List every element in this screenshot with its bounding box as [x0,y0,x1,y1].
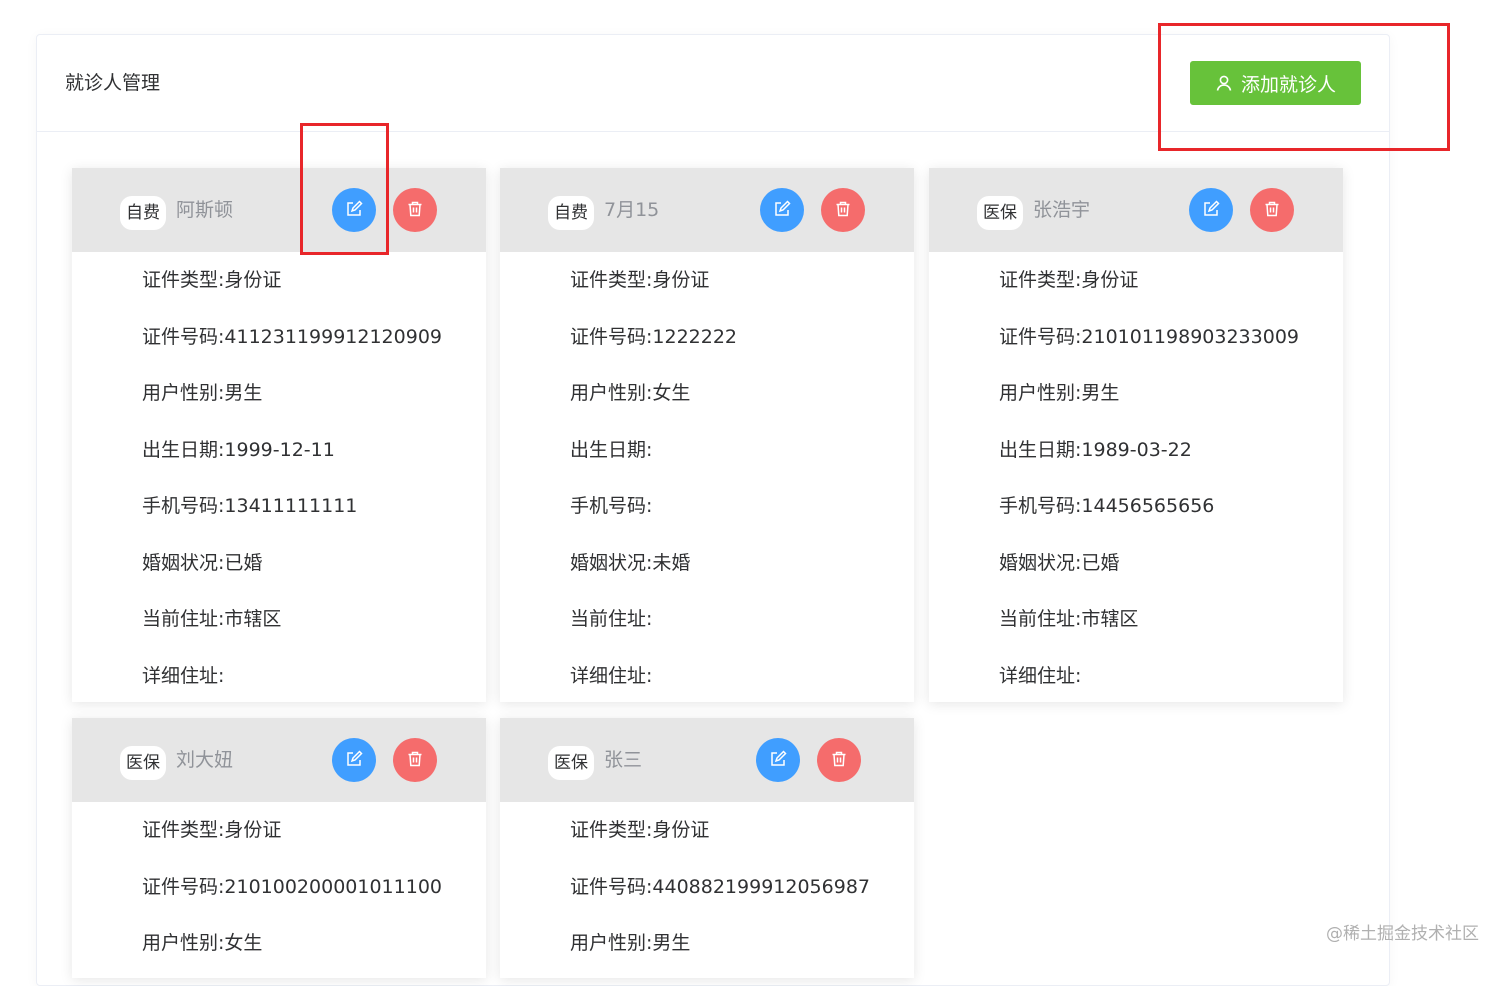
card-body: 证件类型:身份证 证件号码:210100200001011100 用户性别:女生 [72,802,486,972]
id-type: 证件类型:身份证 [570,269,710,291]
id-number: 证件号码:411231199912120909 [142,325,442,348]
birth-date: 出生日期:1989-03-22 [999,438,1192,461]
detail-address: 详细住址: [999,664,1082,687]
patient-name: 阿斯顿 [176,199,234,221]
current-address: 当前住址: [570,608,653,630]
edit-button[interactable] [332,738,376,782]
trash-icon [834,200,852,221]
delete-button[interactable] [393,738,437,782]
user-icon [1215,74,1233,92]
id-number: 证件号码:1222222 [570,325,738,348]
current-address: 当前住址:市辖区 [142,608,282,630]
edit-button[interactable] [1189,188,1233,232]
panel-header: 就诊人管理 添加就诊人 [37,35,1389,132]
id-type: 证件类型:身份证 [999,269,1139,291]
phone: 手机号码: [570,495,653,517]
gender: 用户性别:男生 [570,932,691,954]
add-patient-label: 添加就诊人 [1240,73,1336,96]
marital-status: 婚姻状况:未婚 [570,551,691,574]
gender: 用户性别:男生 [142,382,263,404]
edit-icon [769,749,787,771]
trash-icon [406,750,424,771]
patient-name: 刘大妞 [176,749,234,771]
page-title: 就诊人管理 [65,72,161,94]
trash-icon [406,200,424,221]
patient-name: 张三 [604,749,643,771]
card-header: 医保 张浩宇 [929,168,1343,252]
card-body: 证件类型:身份证 证件号码:440882199912056987 用户性别:男生 [500,802,914,972]
patient-name: 7月15 [604,199,660,221]
card-header: 医保 张三 [500,718,914,802]
delete-button[interactable] [393,188,437,232]
id-type: 证件类型:身份证 [570,819,710,841]
current-address: 当前住址:市辖区 [999,608,1139,630]
gender: 用户性别:女生 [142,932,263,954]
card-header: 自费 7月15 [500,168,914,252]
patient-card: 自费 阿斯顿 证件类型:身份证 证件号码:411231199912120909 … [72,168,486,702]
trash-icon [830,750,848,771]
id-type: 证件类型:身份证 [142,819,282,841]
delete-button[interactable] [821,188,865,232]
card-header: 自费 阿斯顿 [72,168,486,252]
patient-card: 自费 7月15 证件类型:身份证 证件号码:1222222 用户性别:女生 出生… [500,168,914,702]
card-body: 证件类型:身份证 证件号码:1222222 用户性别:女生 出生日期: 手机号码… [500,252,914,702]
patient-name: 张浩宇 [1033,199,1091,221]
card-body: 证件类型:身份证 证件号码:411231199912120909 用户性别:男生… [72,252,486,702]
edit-button[interactable] [760,188,804,232]
insurance-tag: 医保 [977,196,1023,230]
id-number: 证件号码:210100200001011100 [142,875,442,898]
phone: 手机号码:13411111111 [142,495,358,517]
edit-icon [1202,199,1220,221]
patient-card: 医保 张浩宇 证件类型:身份证 证件号码:210101198903233009 … [929,168,1343,702]
id-number: 证件号码:440882199912056987 [570,875,870,898]
gender: 用户性别:女生 [570,382,691,404]
birth-date: 出生日期:1999-12-11 [142,438,335,461]
id-type: 证件类型:身份证 [142,269,282,291]
edit-icon [345,749,363,771]
card-body: 证件类型:身份证 证件号码:210101198903233009 用户性别:男生… [929,252,1343,702]
trash-icon [1263,200,1281,221]
detail-address: 详细住址: [142,664,225,687]
patient-card: 医保 张三 证件类型:身份证 证件号码:440882199912056987 用… [500,718,914,978]
edit-icon [345,199,363,221]
insurance-tag: 医保 [120,746,166,780]
watermark: @稀土掘金技术社区 [1326,924,1479,944]
edit-button[interactable] [756,738,800,782]
phone: 手机号码:14456565656 [999,495,1215,517]
insurance-tag: 自费 [120,196,166,230]
add-patient-button[interactable]: 添加就诊人 [1190,61,1361,105]
id-number: 证件号码:210101198903233009 [999,325,1299,348]
gender: 用户性别:男生 [999,382,1120,404]
marital-status: 婚姻状况:已婚 [142,551,263,574]
birth-date: 出生日期: [570,438,653,461]
delete-button[interactable] [817,738,861,782]
edit-icon [773,199,791,221]
delete-button[interactable] [1250,188,1294,232]
patient-card: 医保 刘大妞 证件类型:身份证 证件号码:210100200001011100 … [72,718,486,978]
detail-address: 详细住址: [570,664,653,687]
edit-button[interactable] [332,188,376,232]
card-header: 医保 刘大妞 [72,718,486,802]
insurance-tag: 自费 [548,196,594,230]
insurance-tag: 医保 [548,746,594,780]
marital-status: 婚姻状况:已婚 [999,551,1120,574]
